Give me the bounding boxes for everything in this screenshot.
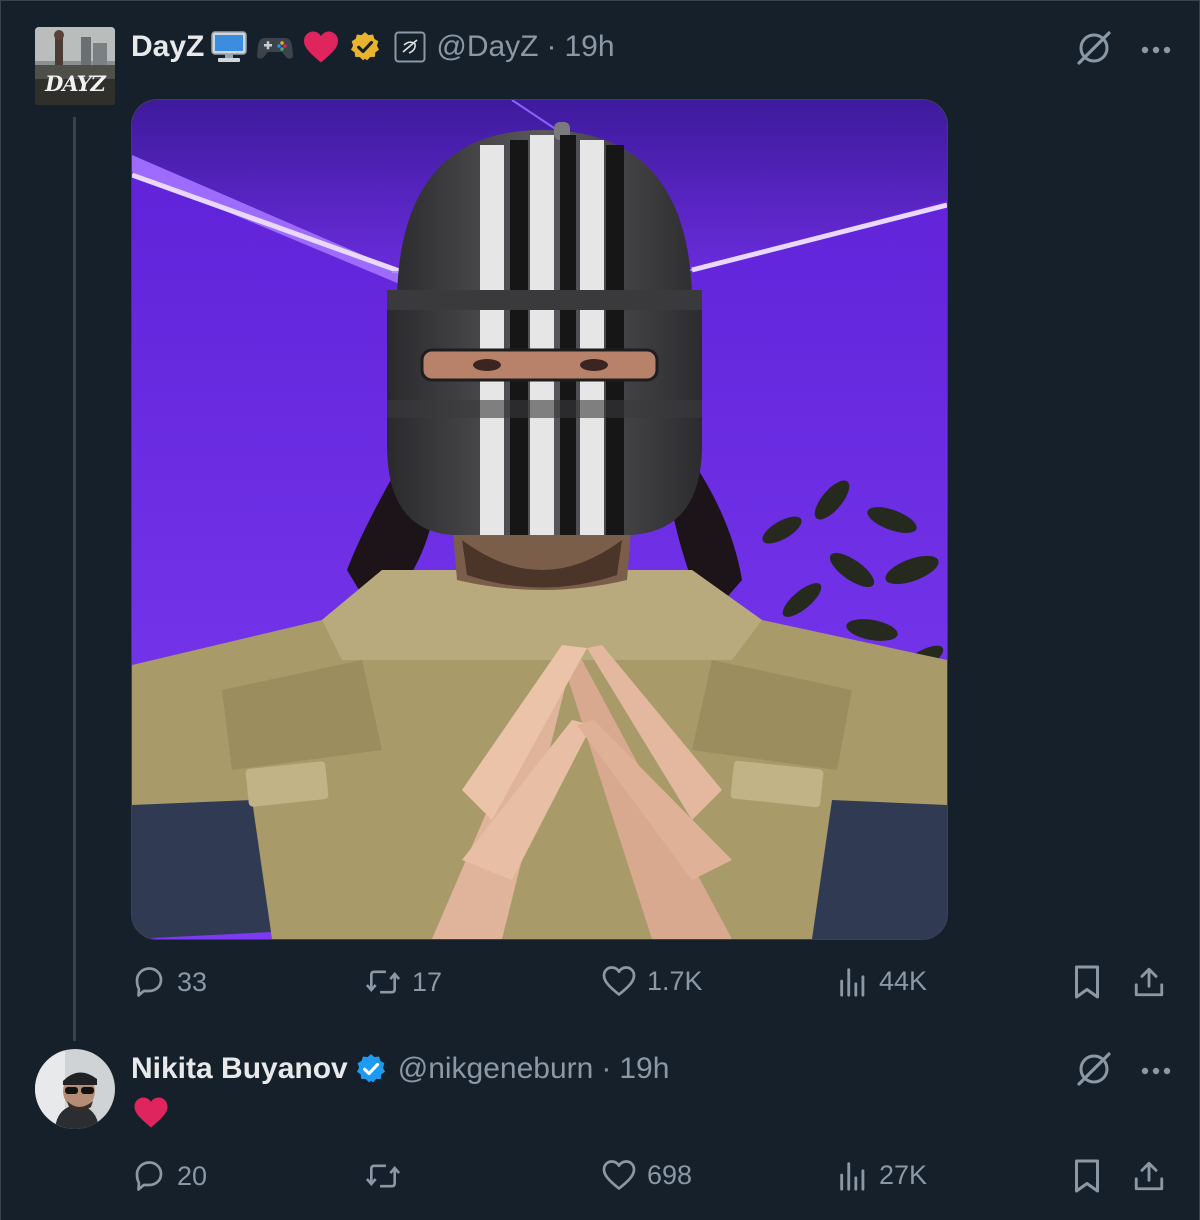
share-button[interactable] <box>1132 1158 1166 1194</box>
reply-count: 20 <box>177 1160 208 1191</box>
bookmark-button[interactable] <box>1072 1158 1102 1194</box>
dayz-avatar[interactable]: DAYZ <box>35 27 115 105</box>
blue-verified-badge-icon[interactable] <box>354 1052 388 1086</box>
views-button[interactable]: 27K <box>837 1158 927 1192</box>
post-body-heart-emoji-icon <box>133 1096 169 1134</box>
tweet1-header: DayZ @DayZ · 19h <box>131 27 615 67</box>
frame-left-border <box>0 0 1 1220</box>
post-timestamp[interactable]: 19h <box>565 30 615 64</box>
like-icon <box>602 1160 636 1190</box>
helmet-vest-photo <box>132 100 947 939</box>
tweet2-header: Nikita Buyanov @nikgeneburn · 19h <box>131 1049 669 1089</box>
repost-icon <box>365 970 401 994</box>
reply-icon <box>135 967 163 997</box>
nikita-avatar[interactable] <box>35 1049 115 1129</box>
like-button[interactable]: 698 <box>601 1158 692 1192</box>
author-handle[interactable]: @nikgeneburn <box>398 1052 594 1086</box>
game-controller-emoji-icon <box>256 32 294 62</box>
grok-icon[interactable] <box>1074 28 1114 73</box>
like-icon <box>602 966 636 996</box>
grok-icon[interactable] <box>1074 1049 1114 1094</box>
like-count: 698 <box>647 1159 693 1190</box>
views-icon <box>840 968 865 997</box>
affiliate-badge-icon[interactable] <box>394 31 426 63</box>
reply-button[interactable]: 33 <box>131 964 207 1000</box>
thread-connector-line <box>73 117 76 1041</box>
gold-verified-badge-icon[interactable] <box>348 30 382 64</box>
reply-button[interactable]: 20 <box>131 1158 207 1194</box>
dayz-avatar-logo: DAYZ <box>45 71 106 96</box>
reply-count: 33 <box>177 966 208 997</box>
views-count: 44K <box>879 965 928 996</box>
share-icon <box>1134 1161 1164 1191</box>
tweet2-action-bar: 20 698 27K <box>131 1158 1171 1198</box>
bookmark-icon <box>1075 1159 1099 1193</box>
views-icon <box>840 1162 865 1191</box>
separator-dot: · <box>546 30 557 63</box>
tweet1-top-right-actions <box>1074 28 1172 73</box>
separator-dot: · <box>601 1052 612 1085</box>
repost-icon <box>365 1164 401 1188</box>
share-icon <box>1134 967 1164 997</box>
like-count: 1.7K <box>647 965 703 996</box>
repost-button[interactable]: 17 <box>364 964 442 1000</box>
author-handle[interactable]: @DayZ <box>436 30 538 64</box>
author-name[interactable]: DayZ <box>131 30 204 64</box>
views-button[interactable]: 44K <box>837 964 927 998</box>
desktop-computer-emoji-icon <box>210 30 248 64</box>
author-name[interactable]: Nikita Buyanov <box>131 1052 348 1086</box>
repost-count: 17 <box>412 966 443 997</box>
frame-top-border <box>0 0 1200 1</box>
bookmark-icon <box>1075 965 1099 999</box>
tweet1-action-bar: 33 17 1.7K 44K <box>131 964 1171 1004</box>
bookmark-button[interactable] <box>1072 964 1102 1000</box>
post-timestamp[interactable]: 19h <box>619 1052 669 1086</box>
more-options-icon[interactable] <box>1140 1063 1172 1081</box>
more-options-icon[interactable] <box>1140 42 1172 60</box>
views-count: 27K <box>879 1159 928 1190</box>
tweet2-top-right-actions <box>1074 1049 1172 1094</box>
like-button[interactable]: 1.7K <box>601 964 703 998</box>
post-media-image[interactable] <box>131 99 948 940</box>
reply-icon <box>135 1161 163 1191</box>
red-heart-emoji-icon <box>302 30 340 64</box>
repost-button[interactable] <box>364 1158 412 1194</box>
nikita-avatar-image <box>35 1049 115 1129</box>
share-button[interactable] <box>1132 964 1166 1000</box>
